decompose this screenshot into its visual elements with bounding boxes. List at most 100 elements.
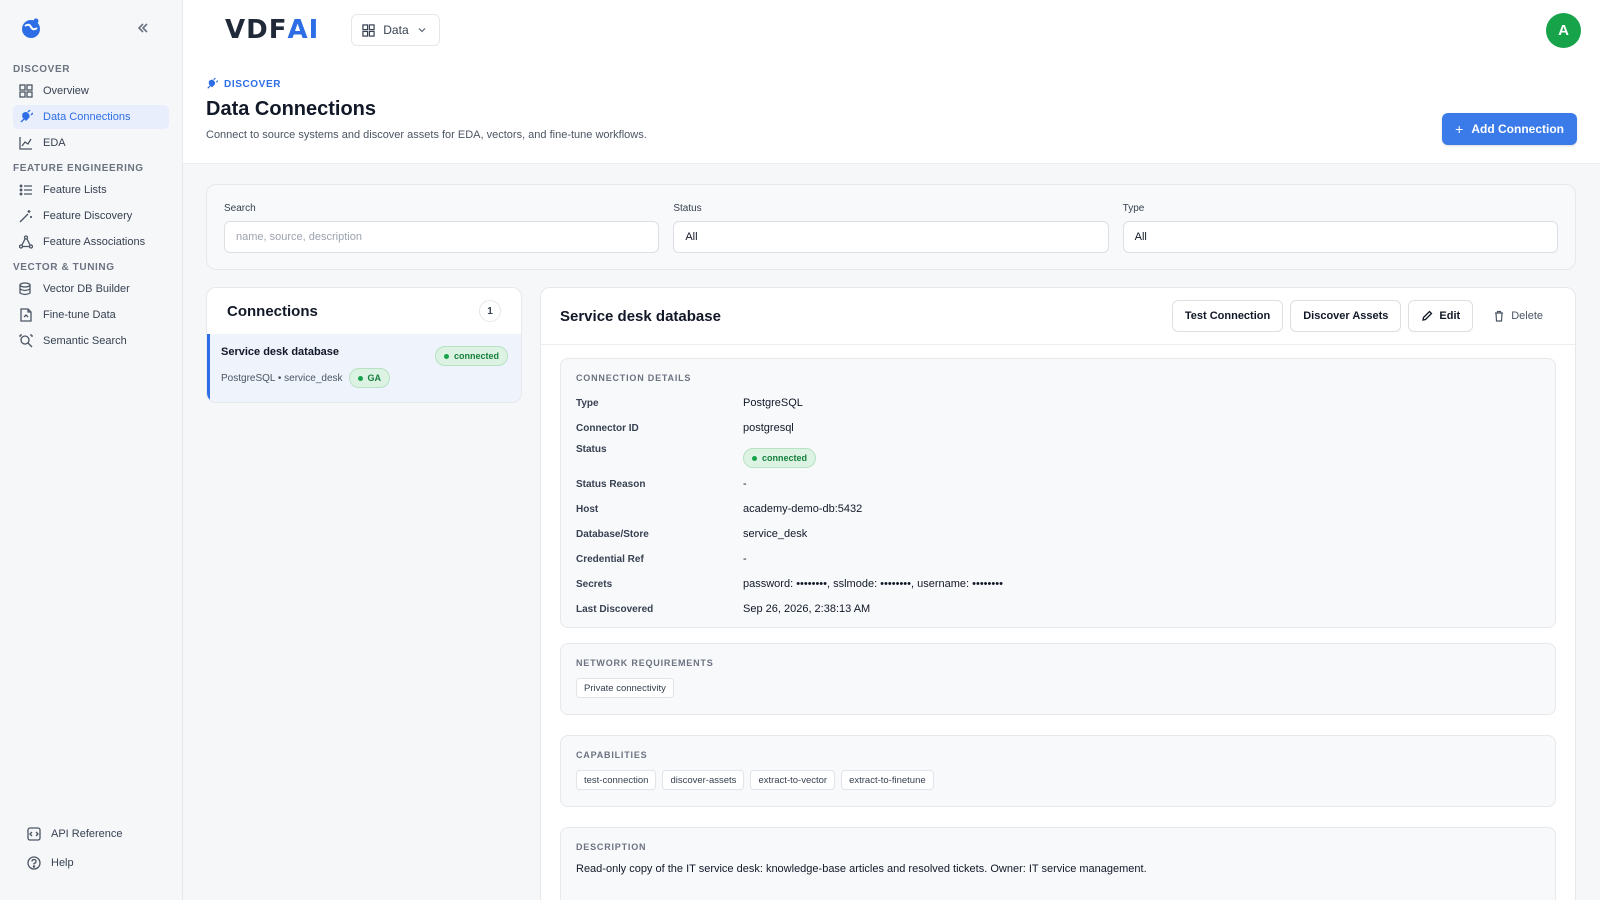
brand-main: VDF: [225, 15, 288, 45]
detail-header: Service desk database Test Connection Di…: [541, 288, 1575, 345]
detail-row-credential: Credential Ref -: [576, 550, 1540, 568]
sidebar-item-label: Feature Associations: [43, 236, 146, 248]
app-root: DISCOVER Overview Data Connections EDA F…: [0, 0, 1600, 900]
file-icon: [20, 308, 32, 322]
network-icon: [19, 235, 33, 249]
detail-title: Service desk database: [560, 307, 721, 325]
list-icon: [19, 184, 32, 196]
section-heading: CONNECTION DETAILS: [576, 373, 692, 383]
pencil-icon: [1422, 310, 1433, 321]
discover-assets-button[interactable]: Discover Assets: [1290, 300, 1402, 332]
status-badge: connected: [743, 448, 817, 468]
detail-key: Credential Ref: [576, 553, 644, 565]
delete-button[interactable]: Delete: [1480, 300, 1556, 332]
capabilities-card: CAPABILITIES test-connection discover-as…: [560, 735, 1556, 807]
sidebar-item-label: Overview: [43, 85, 89, 97]
sidebar-item-label: Feature Discovery: [43, 210, 133, 222]
section-heading: CAPABILITIES: [576, 750, 648, 760]
edit-button[interactable]: Edit: [1408, 300, 1474, 332]
detail-row-database: Database/Store service_desk: [576, 525, 1540, 543]
network-tag: Private connectivity: [576, 678, 674, 698]
detail-key: Connector ID: [576, 422, 639, 434]
sidebar-section-title: FEATURE ENGINEERING: [13, 163, 144, 174]
sidebar-item-vector-db-builder[interactable]: Vector DB Builder: [13, 277, 169, 301]
detail-row-secrets: Secrets password: ••••••••, sslmode: ••••…: [576, 575, 1540, 593]
sidebar-item-label: Fine-tune Data: [43, 309, 116, 321]
type-label: Type: [1122, 203, 1145, 214]
status-select[interactable]: All: [673, 221, 1109, 253]
app-switcher-dropdown[interactable]: Data: [351, 14, 440, 46]
grid-icon: [362, 23, 375, 37]
capability-tag: extract-to-finetune: [841, 770, 934, 790]
detail-value: password: ••••••••, sslmode: ••••••••, u…: [743, 578, 1003, 590]
detail-key: Type: [576, 397, 599, 409]
detail-row-status: Status connected: [576, 441, 1540, 469]
sidebar-item-feature-associations[interactable]: Feature Associations: [13, 230, 169, 254]
detail-row-host: Host academy-demo-db:5432: [576, 500, 1540, 518]
detail-value: PostgreSQL: [743, 397, 803, 409]
brand-logo[interactable]: VDF AI: [225, 15, 319, 45]
plug-icon: [20, 110, 33, 123]
sidebar-item-label: Semantic Search: [43, 335, 127, 347]
sidebar-item-fine-tune-data[interactable]: Fine-tune Data: [13, 303, 169, 327]
stage-badge-label: GA: [367, 373, 382, 383]
main-content: VDF AI Data A DISCOVER Data Connections C…: [183, 0, 1600, 900]
connection-meta-text: PostgreSQL • service_desk: [221, 372, 343, 384]
sidebar-item-api-reference[interactable]: API Reference: [22, 822, 123, 846]
collapse-sidebar-icon[interactable]: [135, 20, 151, 36]
app-logo-icon[interactable]: [19, 16, 43, 40]
sidebar-item-label: API Reference: [51, 828, 123, 840]
status-filter: Status All: [673, 203, 1109, 253]
delete-label: Delete: [1511, 310, 1543, 322]
sidebar-item-overview[interactable]: Overview: [13, 79, 169, 103]
list-item[interactable]: Service desk database PostgreSQL • servi…: [207, 334, 521, 402]
detail-value: -: [743, 478, 747, 490]
top-bar: VDF AI Data A: [183, 0, 1600, 60]
plus-icon: +: [1455, 121, 1464, 137]
section-heading: NETWORK REQUIREMENTS: [576, 658, 714, 668]
description-text: Read-only copy of the IT service desk: k…: [576, 863, 1147, 875]
page-subtitle: Connect to source systems and discover a…: [206, 129, 647, 141]
stage-badge: GA: [348, 368, 391, 388]
connection-detail-panel: Service desk database Test Connection Di…: [540, 287, 1576, 900]
help-icon: [27, 856, 41, 870]
sidebar-item-semantic-search[interactable]: Semantic Search: [13, 329, 169, 353]
search-label: Search: [224, 203, 256, 214]
type-filter: Type All: [1122, 203, 1558, 253]
detail-key: Last Discovered: [576, 603, 654, 615]
chevron-down-icon: [418, 28, 426, 33]
detail-key: Database/Store: [576, 528, 649, 540]
sidebar-section-title: VECTOR & TUNING: [13, 262, 115, 273]
brand-accent: AI: [287, 15, 320, 45]
sidebar-section-title: DISCOVER: [13, 64, 71, 75]
app-switcher-label: Data: [383, 23, 409, 37]
detail-key: Status: [576, 444, 607, 455]
connection-meta: PostgreSQL • service_desk GA: [221, 368, 509, 388]
detail-actions: Test Connection Discover Assets Edit Del…: [1171, 300, 1556, 332]
detail-row-type: Type PostgreSQL: [576, 394, 1540, 412]
status-dot-icon: [752, 455, 757, 461]
type-select[interactable]: All: [1122, 221, 1558, 253]
test-connection-button[interactable]: Test Connection: [1171, 300, 1284, 332]
add-connection-label: Add Connection: [1471, 122, 1564, 136]
sidebar-item-eda[interactable]: EDA: [13, 131, 169, 155]
edit-label: Edit: [1439, 310, 1461, 322]
plug-icon: [207, 78, 218, 89]
detail-key: Secrets: [576, 578, 613, 590]
capability-tag: discover-assets: [662, 770, 745, 790]
sidebar-item-label: Vector DB Builder: [43, 283, 130, 295]
sidebar-item-data-connections[interactable]: Data Connections: [13, 105, 169, 129]
status-label: Status: [673, 203, 702, 214]
sidebar-item-feature-discovery[interactable]: Feature Discovery: [13, 204, 169, 228]
detail-row-status-reason: Status Reason -: [576, 475, 1540, 493]
search-input[interactable]: name, source, description: [224, 221, 660, 253]
detail-row-connector: Connector ID postgresql: [576, 419, 1540, 437]
add-connection-button[interactable]: + Add Connection: [1442, 113, 1577, 145]
sidebar-item-help[interactable]: Help: [22, 851, 123, 875]
sidebar-item-label: Help: [51, 857, 74, 869]
sidebar: DISCOVER Overview Data Connections EDA F…: [0, 0, 183, 900]
connections-count-badge: 1: [479, 300, 501, 322]
sidebar-item-feature-lists[interactable]: Feature Lists: [13, 178, 169, 202]
user-avatar[interactable]: A: [1546, 13, 1581, 48]
page-title: Data Connections: [206, 98, 377, 120]
